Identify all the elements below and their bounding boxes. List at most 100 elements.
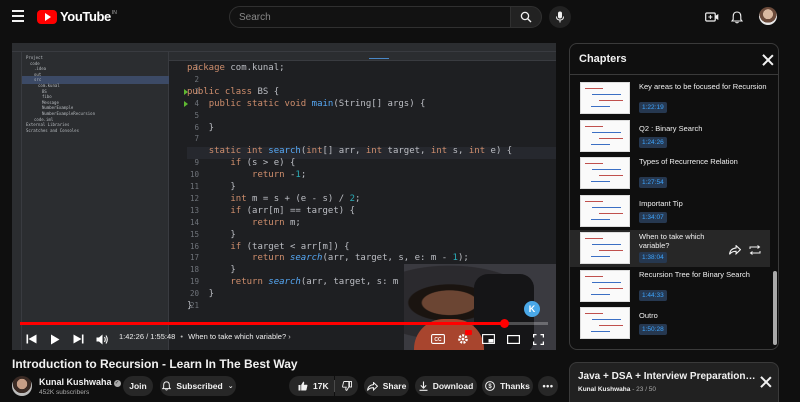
thumbs-down-icon [341,381,352,391]
chapter-timestamp[interactable]: 1:22:19 [639,102,667,113]
thanks-button[interactable]: $ Thanks [482,376,533,396]
account-avatar[interactable] [759,7,777,25]
theater-mode-button[interactable] [506,332,520,346]
playlist-author[interactable]: Kunal Kushwaha [578,386,630,393]
captions-icon: CC [431,334,445,344]
subscriber-count: 452K subscribers [39,389,90,396]
tree-item[interactable]: src [34,77,41,82]
thumbnail-scribble [585,200,603,202]
chapter-timestamp[interactable]: 1:34:07 [639,211,667,223]
logo-text: YouTube [60,9,111,24]
chapter-item[interactable]: Types of Recurrence Relation 1:27:54 [570,155,770,192]
tree-item[interactable]: code [30,61,40,66]
close-icon[interactable] [760,376,772,388]
chapter-item[interactable]: Recursion Tree for Binary Search 1:44:33 [570,268,770,305]
search-button[interactable] [510,6,542,28]
search-box [229,6,511,28]
tree-item[interactable]: Scratches and Consoles [26,128,79,133]
download-button[interactable]: Download [415,376,477,396]
chapter-timestamp[interactable]: 1:38:04 [639,252,667,263]
channel-name-link[interactable]: Kunal Kushwaha ✓ [39,377,121,387]
thanks-icon: $ [485,381,496,391]
next-icon [73,334,83,344]
chapters-scrollbar[interactable] [773,271,777,345]
svg-text:$: $ [488,384,492,390]
mic-icon [556,11,564,23]
chapter-timestamp[interactable]: 1:50:28 [639,324,667,335]
fullscreen-button[interactable] [531,332,545,346]
youtube-logo[interactable]: YouTube IN [37,9,117,24]
channel-avatar[interactable] [12,376,32,396]
tree-item[interactable]: Project [26,55,43,60]
thumbnail-scribble [585,313,603,314]
download-icon [419,381,428,391]
search-input[interactable] [239,11,499,23]
thumbnail-scribble [591,181,610,182]
share-button[interactable]: Share [364,376,409,396]
progress-bar[interactable] [20,319,548,328]
chapter-name: Recursion Tree for Binary Search [639,269,750,279]
tree-item[interactable]: NumberExampleRecursion [42,111,95,116]
thumbnail-scribble [592,94,621,95]
share-label: Share [382,381,407,391]
dislike-button[interactable] [335,376,358,396]
chapter-thumbnail [580,232,630,264]
progress-fill [20,322,505,325]
voice-search-button[interactable] [549,6,571,28]
tree-item[interactable]: External Libraries [26,122,69,127]
current-chapter-label[interactable]: When to take which variable? [188,332,286,341]
volume-button[interactable] [95,332,109,346]
chapter-timestamp[interactable]: 1:24:26 [639,136,667,148]
subscribed-button[interactable]: Subscribed ⌄ [160,376,236,396]
chapter-timestamp[interactable]: 1:27:54 [639,177,667,188]
thumbnail-scribble [599,325,623,326]
chapter-item[interactable]: Q2 : Binary Search 1:24:26 [570,118,770,155]
join-button[interactable]: Join [123,376,153,396]
close-icon[interactable] [762,54,774,66]
create-button[interactable] [704,9,720,25]
play-button[interactable] [48,332,62,346]
video-player[interactable]: Project code .idea out src com.kunal BS fibo Mes… [12,43,556,350]
play-icon [51,334,60,344]
tree-item[interactable]: Message [42,100,59,105]
chapter-timestamp[interactable]: 1:44:33 [639,289,667,301]
chapter-item[interactable]: Outro 1:50:28 [570,305,770,342]
previous-button[interactable] [24,332,38,346]
code-line: package com.kunal; [187,63,285,73]
tree-item[interactable]: .idea [34,66,46,71]
chapter-item[interactable]: Key areas to be focused for Recursion 1:2… [570,80,770,117]
tree-item[interactable]: code.iml [34,117,53,122]
share-icon[interactable] [729,242,742,256]
tree-item[interactable]: BS [42,89,47,94]
tree-item[interactable]: com.kunal [38,83,60,88]
settings-button[interactable] [456,330,472,346]
next-button[interactable] [71,332,85,346]
chapter-thumbnail [580,269,630,302]
share-icon [366,381,378,391]
ide-tab-bar [169,52,556,61]
country-code: IN [111,9,117,16]
more-actions-button[interactable]: ••• [538,376,558,396]
thumbnail-scribble [592,169,621,170]
tree-item[interactable]: fibo [42,94,52,99]
thumbnail-scribble [592,319,621,320]
chapter-item[interactable]: Important Tip 1:34:07 [570,193,770,230]
menu-icon[interactable] [12,10,24,22]
like-button[interactable]: 17K [289,376,334,396]
playlist-meta: Kunal Kushwaha - 23 / 50 [578,386,656,393]
thumbnail-scribble [592,131,621,133]
channel-watermark[interactable]: K [524,301,540,317]
repeat-icon[interactable] [749,242,761,255]
notifications-button[interactable] [729,9,745,25]
tree-item[interactable]: NumberExample [42,105,73,110]
miniplayer-button[interactable] [481,332,495,346]
chapter-name: Types of Recurrence Relation [639,157,738,166]
captions-button[interactable]: CC [430,332,446,346]
tree-item[interactable]: out [34,72,41,77]
code-line: if (arr[m] == target) { [230,205,355,216]
ide-tool-strip [12,52,22,350]
code-line: return m; [252,217,301,228]
chapter-item[interactable]: When to take which variable? 1:38:04 [570,230,770,267]
playlist-title[interactable]: Java + DSA + Interview Preparation C… [578,371,758,382]
code-line: } [187,265,236,276]
